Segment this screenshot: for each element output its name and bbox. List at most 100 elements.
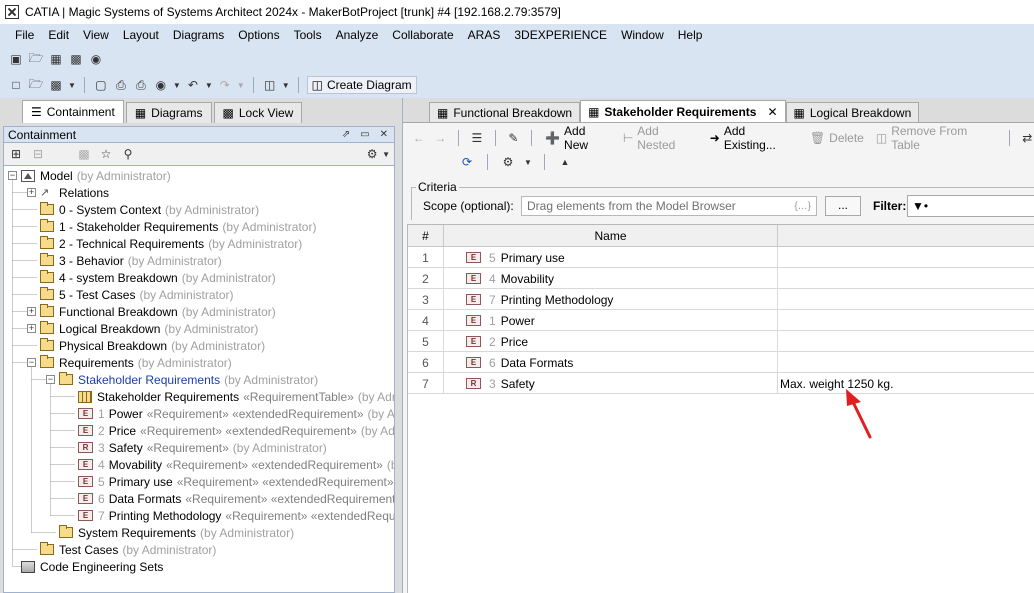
remove-from-table-button[interactable]: ◫ Remove From Table: [873, 124, 999, 152]
tree-item[interactable]: + Functional Breakdown (by Administrator): [27, 303, 276, 320]
add-nested-button[interactable]: ⊢ Add Nested: [620, 124, 701, 152]
table-row[interactable]: 6 E 6 Data Formats: [408, 352, 1034, 373]
save-all-icon[interactable]: ▩: [68, 51, 84, 67]
tree-item[interactable]: 0 - System Context (by Administrator): [27, 201, 259, 218]
text-cell[interactable]: [778, 289, 1034, 310]
gear-dropdown-icon[interactable]: ▼: [524, 158, 532, 167]
add-new-button[interactable]: ➕ Add New: [542, 124, 614, 152]
undo-icon[interactable]: ↶: [185, 77, 201, 93]
add-existing-button[interactable]: ➜ Add Existing...: [707, 124, 801, 152]
name-cell[interactable]: E 1 Power: [444, 310, 778, 331]
collapse-icon[interactable]: −: [27, 358, 36, 367]
save-icon[interactable]: ▩: [48, 77, 64, 93]
tree-item[interactable]: Code Engineering Sets: [8, 558, 163, 575]
undock-icon[interactable]: ⇗: [342, 129, 350, 140]
expand-icon[interactable]: +: [27, 324, 36, 333]
table-row[interactable]: 7 R 3 Safety Max. weight 1250 kg.: [408, 373, 1034, 394]
menu-help[interactable]: Help: [671, 28, 710, 42]
print-icon[interactable]: ⎙: [113, 77, 129, 93]
gear-icon[interactable]: ⚙: [500, 154, 516, 170]
tab-containment[interactable]: ☰ Containment: [22, 100, 124, 123]
menu-edit[interactable]: Edit: [41, 28, 76, 42]
print-preview-icon[interactable]: ⎙: [133, 77, 149, 93]
edit-tag-icon[interactable]: ✎: [506, 130, 522, 146]
table-row[interactable]: 3 E 7 Printing Methodology: [408, 289, 1034, 310]
redo-dropdown-icon[interactable]: ▼: [237, 81, 245, 90]
name-cell[interactable]: E 4 Movability: [444, 268, 778, 289]
expand-icon[interactable]: +: [27, 188, 36, 197]
tree-item[interactable]: Physical Breakdown (by Administrator): [27, 337, 265, 354]
tree-item[interactable]: R 3 Safety «Requirement» (by Administrator): [65, 439, 327, 456]
table-row[interactable]: 5 E 2 Price: [408, 331, 1034, 352]
expand-all-icon[interactable]: ⊞: [8, 146, 24, 162]
table-row[interactable]: 4 E 1 Power: [408, 310, 1034, 331]
filter-input[interactable]: ▼•: [907, 195, 1034, 217]
menu-analyze[interactable]: Analyze: [329, 28, 386, 42]
create-diagram-button[interactable]: ◫ Create Diagram: [306, 76, 417, 94]
folder-open-icon[interactable]: 🗁: [28, 51, 44, 67]
name-cell[interactable]: E 7 Printing Methodology: [444, 289, 778, 310]
copy-diagram-icon[interactable]: ◫: [262, 77, 278, 93]
tree-item[interactable]: + ↗ Relations: [27, 184, 109, 201]
column-header-text[interactable]: [778, 225, 1034, 247]
gear-icon[interactable]: ⚙: [364, 146, 380, 162]
new-file-icon[interactable]: □: [8, 77, 24, 93]
name-cell[interactable]: E 5 Primary use: [444, 247, 778, 268]
undo-dropdown-icon[interactable]: ▼: [205, 81, 213, 90]
tree-item[interactable]: E 2 Price «Requirement» «extendedRequiremen…: [65, 422, 394, 439]
tree-item[interactable]: E 1 Power «Requirement» «extendedRequiremen…: [65, 405, 394, 422]
tree-item[interactable]: E 6 Data Formats «Requirement» «extendedReq…: [65, 490, 394, 507]
tree-item[interactable]: + Logical Breakdown (by Administrator): [27, 320, 258, 337]
new-folder-icon[interactable]: ▩: [76, 146, 92, 162]
browse-scope-button[interactable]: ...: [825, 196, 861, 216]
collapse-icon[interactable]: −: [8, 171, 17, 180]
column-header-number[interactable]: #: [408, 225, 444, 247]
menu-tools[interactable]: Tools: [287, 28, 329, 42]
tab-stakeholder-requirements[interactable]: ▦ Stakeholder Requirements ✕: [580, 100, 786, 122]
minimize-icon[interactable]: ▭: [360, 129, 369, 140]
tree-item[interactable]: − Requirements (by Administrator): [27, 354, 232, 371]
table-row[interactable]: 2 E 4 Movability: [408, 268, 1034, 289]
table-row[interactable]: 1 E 5 Primary use: [408, 247, 1034, 268]
forward-icon[interactable]: →: [433, 130, 449, 146]
collapse-up-icon[interactable]: ▲: [557, 154, 573, 170]
team-icon[interactable]: ◉: [88, 51, 104, 67]
close-icon[interactable]: ✕: [380, 129, 388, 140]
save-dropdown-icon[interactable]: ▼: [68, 81, 76, 90]
text-cell[interactable]: [778, 247, 1034, 268]
menu-file[interactable]: File: [8, 28, 41, 42]
open-icon[interactable]: 🗁: [28, 77, 44, 93]
expand-icon[interactable]: +: [27, 307, 36, 316]
text-cell[interactable]: [778, 352, 1034, 373]
collapse-icon[interactable]: −: [46, 375, 55, 384]
tab-diagrams[interactable]: ▦ Diagrams: [125, 102, 212, 123]
tree-item[interactable]: E 4 Movability «Requirement» «extendedRequi…: [65, 456, 394, 473]
tab-functional-breakdown[interactable]: ▦ Functional Breakdown: [429, 102, 581, 122]
text-cell[interactable]: [778, 331, 1034, 352]
column-header-name[interactable]: Name: [444, 225, 778, 247]
text-cell[interactable]: [778, 268, 1034, 289]
refresh-icon[interactable]: ⟳: [459, 154, 475, 170]
close-tab-icon[interactable]: ✕: [767, 105, 777, 119]
tab-lock-view[interactable]: ▩ Lock View: [213, 102, 303, 123]
favorite-star-icon[interactable]: ☆: [98, 146, 114, 162]
menu-window[interactable]: Window: [614, 28, 671, 42]
tree-item[interactable]: − Model (by Administrator): [8, 167, 171, 184]
filter-funnel-icon[interactable]: ▼•: [912, 199, 928, 213]
delete-button[interactable]: 🗑 Delete: [807, 131, 867, 145]
menu-options[interactable]: Options: [231, 28, 286, 42]
text-cell[interactable]: Max. weight 1250 kg.: [778, 373, 1034, 394]
open-project-icon[interactable]: ▣: [8, 51, 24, 67]
collapse-all-icon[interactable]: ⊟: [30, 146, 46, 162]
name-cell[interactable]: E 2 Price: [444, 331, 778, 352]
tree-item[interactable]: Test Cases (by Administrator): [27, 541, 216, 558]
tree-item[interactable]: System Requirements (by Administrator): [46, 524, 294, 541]
gear-dropdown-icon[interactable]: ▼: [382, 150, 390, 159]
tree-item[interactable]: 3 - Behavior (by Administrator): [27, 252, 222, 269]
text-cell[interactable]: [778, 310, 1034, 331]
tree-item[interactable]: 4 - system Breakdown (by Administrator): [27, 269, 276, 286]
tree-item[interactable]: 5 - Test Cases (by Administrator): [27, 286, 234, 303]
menu-layout[interactable]: Layout: [116, 28, 166, 42]
menu-aras[interactable]: ARAS: [461, 28, 508, 42]
tab-logical-breakdown[interactable]: ▦ Logical Breakdown: [785, 102, 920, 122]
